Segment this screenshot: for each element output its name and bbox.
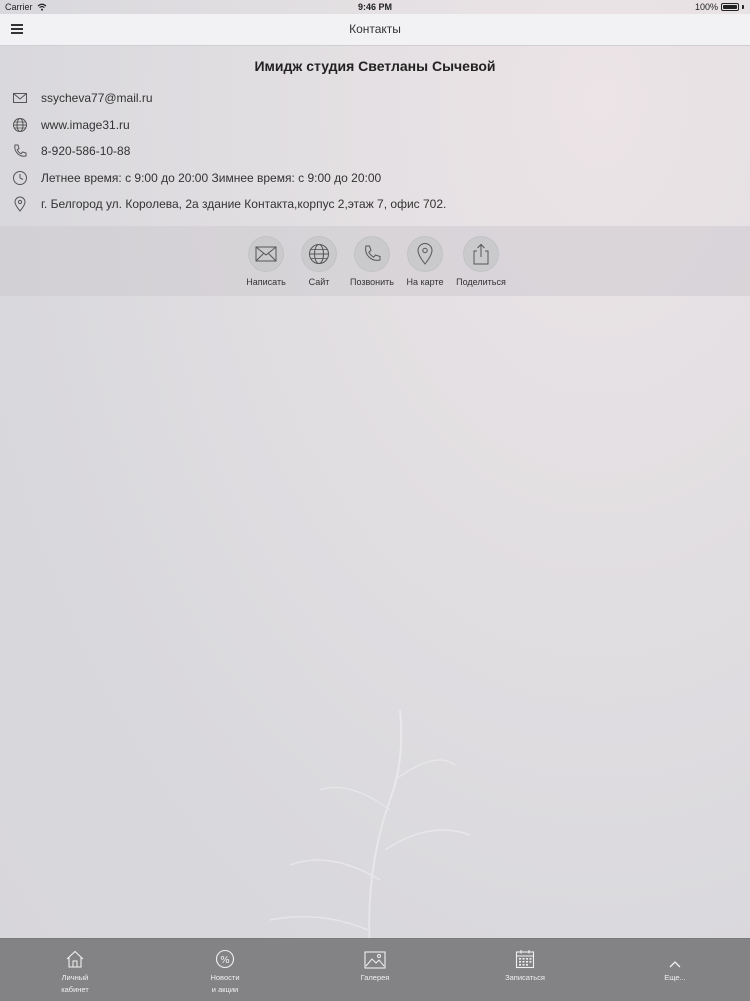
battery-percent: 100% [694, 2, 718, 12]
background-plant-illustration [269, 709, 471, 950]
percent-icon: % [215, 949, 235, 969]
map-pin-icon [14, 196, 26, 213]
tab-booking[interactable]: Записаться [480, 947, 570, 984]
tab-more[interactable]: Еще... [630, 947, 720, 984]
envelope-icon [255, 246, 277, 262]
share-icon [473, 243, 489, 265]
clock: 9:46 PM [357, 2, 392, 12]
address-text: г. Белгород ул. Королева, 2а здание Конт… [41, 197, 447, 212]
address-row[interactable]: г. Белгород ул. Королева, 2а здание Конт… [0, 191, 750, 218]
write-label: Написать [246, 277, 286, 287]
battery-icon [721, 3, 739, 11]
globe-icon [309, 244, 329, 264]
email-row[interactable]: ssycheva77@mail.ru [0, 85, 750, 112]
tab-gallery[interactable]: Галерея [330, 947, 420, 984]
write-button[interactable]: Написать [236, 236, 296, 287]
write-circle [248, 236, 284, 272]
tab-news-line1: Новости [210, 973, 240, 982]
contact-info-list: ssycheva77@mail.ru www.image31.ru 8-920-… [0, 85, 750, 218]
bottom-tab-bar: Личный кабинет % Новости и акции Галерея [0, 938, 750, 1001]
site-label: Сайт [308, 277, 330, 287]
tab-more-label: Еще... [664, 973, 686, 982]
call-label: Позвонить [350, 277, 394, 287]
share-circle [463, 236, 499, 272]
tab-personal-cabinet[interactable]: Личный кабинет [30, 947, 120, 996]
map-circle [407, 236, 443, 272]
tab-gallery-label: Галерея [360, 973, 390, 982]
status-bar: Carrier 9:46 PM 100% [0, 0, 750, 14]
phone-text: 8-920-586-10-88 [41, 144, 131, 159]
email-text: ssycheva77@mail.ru [41, 91, 153, 106]
website-text: www.image31.ru [41, 117, 130, 132]
quick-actions-bar: Написать Сайт Позвонить На карте Поделит… [0, 226, 750, 296]
map-label: На карте [406, 277, 444, 287]
contacts-content: Имидж студия Светланы Сычевой ssycheva77… [0, 46, 750, 218]
page-title: Контакты [349, 22, 401, 36]
envelope-icon [13, 93, 27, 104]
globe-icon [13, 117, 27, 132]
battery-area: 100% [695, 2, 744, 12]
hours-row: Летнее время: с 9:00 до 20:00 Зимнее вре… [0, 165, 750, 192]
share-label: Поделиться [456, 277, 506, 287]
svg-text:%: % [220, 955, 230, 966]
chevron-up-icon [669, 961, 681, 968]
battery-tip [742, 5, 744, 9]
calendar-icon [515, 950, 535, 969]
nav-bar: Контакты [0, 14, 750, 46]
site-circle [301, 236, 337, 272]
tab-news-label: Новости и акции [180, 972, 270, 996]
share-button[interactable]: Поделиться [451, 236, 511, 287]
tab-personal-cabinet-label: Личный кабинет [30, 972, 120, 996]
tab-news[interactable]: % Новости и акции [180, 947, 270, 996]
phone-icon [14, 144, 27, 157]
clock-icon [13, 170, 27, 185]
image-icon [364, 951, 386, 969]
tab-cabinet-line1: Личный [61, 973, 89, 982]
company-name: Имидж студия Светланы Сычевой [254, 58, 496, 74]
site-button[interactable]: Сайт [289, 236, 349, 287]
home-icon [66, 950, 84, 968]
map-pin-icon [417, 243, 433, 265]
tab-booking-label: Записаться [505, 973, 545, 982]
website-row[interactable]: www.image31.ru [0, 112, 750, 139]
phone-row[interactable]: 8-920-586-10-88 [0, 138, 750, 165]
tab-news-line2: и акции [211, 985, 239, 994]
tab-cabinet-line2: кабинет [61, 985, 89, 994]
phone-icon [365, 245, 381, 261]
map-button[interactable]: На карте [395, 236, 455, 287]
call-circle [354, 236, 390, 272]
hours-text: Летнее время: с 9:00 до 20:00 Зимнее вре… [41, 170, 382, 185]
call-button[interactable]: Позвонить [342, 236, 402, 287]
